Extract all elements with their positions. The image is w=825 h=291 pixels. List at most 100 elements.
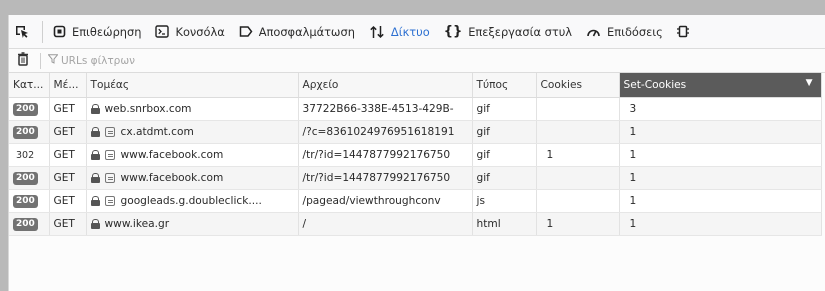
domain-cell: googleads.g.doubleclick.... xyxy=(86,189,299,213)
type-cell: js xyxy=(472,189,537,213)
status-cell: 200 xyxy=(9,189,50,213)
domain-cell: web.snrbox.com xyxy=(86,97,299,121)
domain-wrap: web.snrbox.com xyxy=(90,103,298,115)
performance-icon xyxy=(586,25,601,38)
set-cookies-cell: 1 xyxy=(619,189,822,213)
domain-wrap: cx.atdmt.com xyxy=(90,125,298,138)
status-cell: 302 xyxy=(9,143,50,167)
filter-separator xyxy=(40,52,41,69)
file-cell: /tr/?id=1447877992176750 xyxy=(298,166,473,190)
cookies-cell xyxy=(536,97,620,121)
domain-wrap: www.facebook.com xyxy=(90,148,298,161)
table-row[interactable]: 200 GET web.snrbox.com 37722B66-338E-4513-4… xyxy=(9,97,822,121)
table-header-row: Κατ... Μέ... Τομέας Αρχείο Τύπος Cookies… xyxy=(9,73,822,98)
lock-icon xyxy=(90,126,100,137)
status-cell: 200 xyxy=(9,166,50,190)
style-editor-icon: {} xyxy=(443,24,463,39)
domain-wrap: googleads.g.doubleclick.... xyxy=(90,194,298,207)
column-header-domain[interactable]: Τομέας xyxy=(86,73,299,98)
tab-style-editor-label: Επεξεργασία στυλ xyxy=(468,24,573,39)
domain-text: googleads.g.doubleclick.... xyxy=(120,194,262,207)
tab-inspector-label: Επιθεώρηση xyxy=(72,24,142,39)
tab-inspector[interactable]: Επιθεώρηση xyxy=(46,15,148,48)
devtools-toolbar: Επιθεώρηση Κονσόλα Αποσφαλμάτωση Δίκτυο … xyxy=(9,15,825,49)
cookies-cell: 1 xyxy=(536,143,620,167)
file-cell: /?c=8361024976951618191 xyxy=(298,120,473,144)
type-cell: gif xyxy=(472,166,537,190)
tab-style-editor[interactable]: {} Επεξεργασία στυλ xyxy=(437,15,579,48)
domain-cell: www.facebook.com xyxy=(86,143,299,167)
lock-icon xyxy=(90,218,100,229)
status-cell: 200 xyxy=(9,120,50,144)
column-header-type[interactable]: Τύπος xyxy=(472,73,537,98)
method-cell: GET xyxy=(49,212,87,236)
method-cell: GET xyxy=(49,143,87,167)
cookies-cell xyxy=(536,189,620,213)
element-picker-button[interactable] xyxy=(9,15,39,48)
filter-urls-input[interactable] xyxy=(61,54,221,67)
domain-cell: www.facebook.com xyxy=(86,166,299,190)
cookies-cell xyxy=(536,166,620,190)
table-row[interactable]: 200 GET www.facebook.com/tr/?id=1447877992… xyxy=(9,166,822,190)
set-cookies-cell: 1 xyxy=(619,120,822,144)
domain-text: www.ikea.gr xyxy=(104,217,170,230)
cookies-cell: 1 xyxy=(536,212,620,236)
type-cell: gif xyxy=(472,120,537,144)
network-filter-bar xyxy=(9,49,825,73)
type-cell: gif xyxy=(472,143,537,167)
status-cell: 200 xyxy=(9,97,50,121)
domain-text: www.facebook.com xyxy=(120,171,224,184)
tab-console[interactable]: Κονσόλα xyxy=(148,15,231,48)
column-header-status[interactable]: Κατ... xyxy=(9,73,50,98)
column-header-method[interactable]: Μέ... xyxy=(49,73,87,98)
method-cell: GET xyxy=(49,120,87,144)
tab-network-label: Δίκτυο xyxy=(390,24,430,39)
table-row[interactable]: 302 GET www.facebook.com/tr/?id=1447877992… xyxy=(9,143,822,167)
trash-icon xyxy=(17,51,29,70)
set-cookies-cell: 1 xyxy=(619,166,822,190)
domain-cell: www.ikea.gr xyxy=(86,212,299,236)
tracker-icon xyxy=(104,172,115,183)
status-badge: 200 xyxy=(13,125,38,139)
tab-network[interactable]: Δίκτυο xyxy=(362,15,437,48)
tracker-icon xyxy=(104,126,115,137)
status-cell: 200 xyxy=(9,212,50,236)
console-icon xyxy=(155,25,170,38)
network-icon xyxy=(369,25,385,39)
tab-debugger[interactable]: Αποσφαλμάτωση xyxy=(232,15,362,48)
file-cell: /tr/?id=1447877992176750 xyxy=(298,143,473,167)
domain-text: www.facebook.com xyxy=(120,148,224,161)
domain-wrap: www.ikea.gr xyxy=(90,217,298,230)
tracker-icon xyxy=(104,149,115,160)
devtools-window: Επιθεώρηση Κονσόλα Αποσφαλμάτωση Δίκτυο … xyxy=(8,15,825,291)
lock-icon xyxy=(90,172,100,183)
sort-descending-icon: ▼ xyxy=(805,78,813,88)
filter-field xyxy=(44,54,221,67)
tab-debugger-label: Αποσφαλμάτωση xyxy=(258,24,355,39)
filter-icon xyxy=(47,54,59,67)
column-header-cookies[interactable]: Cookies xyxy=(536,73,620,98)
clear-button[interactable] xyxy=(9,51,37,70)
table-row[interactable]: 200 GET googleads.g.doubleclick.... /pagead… xyxy=(9,189,822,213)
network-requests-table: Κατ... Μέ... Τομέας Αρχείο Τύπος Cookies… xyxy=(9,73,822,236)
column-header-set-cookies[interactable]: Set-Cookies ▼ xyxy=(619,73,822,98)
tab-memory[interactable] xyxy=(670,15,702,48)
file-cell: / xyxy=(298,212,473,236)
status-badge: 200 xyxy=(13,102,38,116)
tab-performance-label: Επιδόσεις xyxy=(607,24,663,39)
status-code: 302 xyxy=(16,149,35,161)
lock-icon xyxy=(90,149,100,160)
tab-performance[interactable]: Επιδόσεις xyxy=(579,15,670,48)
table-row[interactable]: 200 GET cx.atdmt.com /?c=836102497695161819… xyxy=(9,120,822,144)
lock-icon xyxy=(90,195,100,206)
column-header-set-cookies-label: Set-Cookies xyxy=(623,78,687,91)
memory-icon xyxy=(676,25,689,38)
table-row[interactable]: 200 GET www.ikea.gr / html 1 1 xyxy=(9,212,822,236)
inspector-icon xyxy=(53,25,66,38)
column-header-file[interactable]: Αρχείο xyxy=(298,73,473,98)
type-cell: gif xyxy=(472,97,537,121)
domain-text: cx.atdmt.com xyxy=(120,125,194,138)
domain-cell: cx.atdmt.com xyxy=(86,120,299,144)
domain-wrap: www.facebook.com xyxy=(90,171,298,184)
file-cell: /pagead/viewthroughconv xyxy=(298,189,473,213)
